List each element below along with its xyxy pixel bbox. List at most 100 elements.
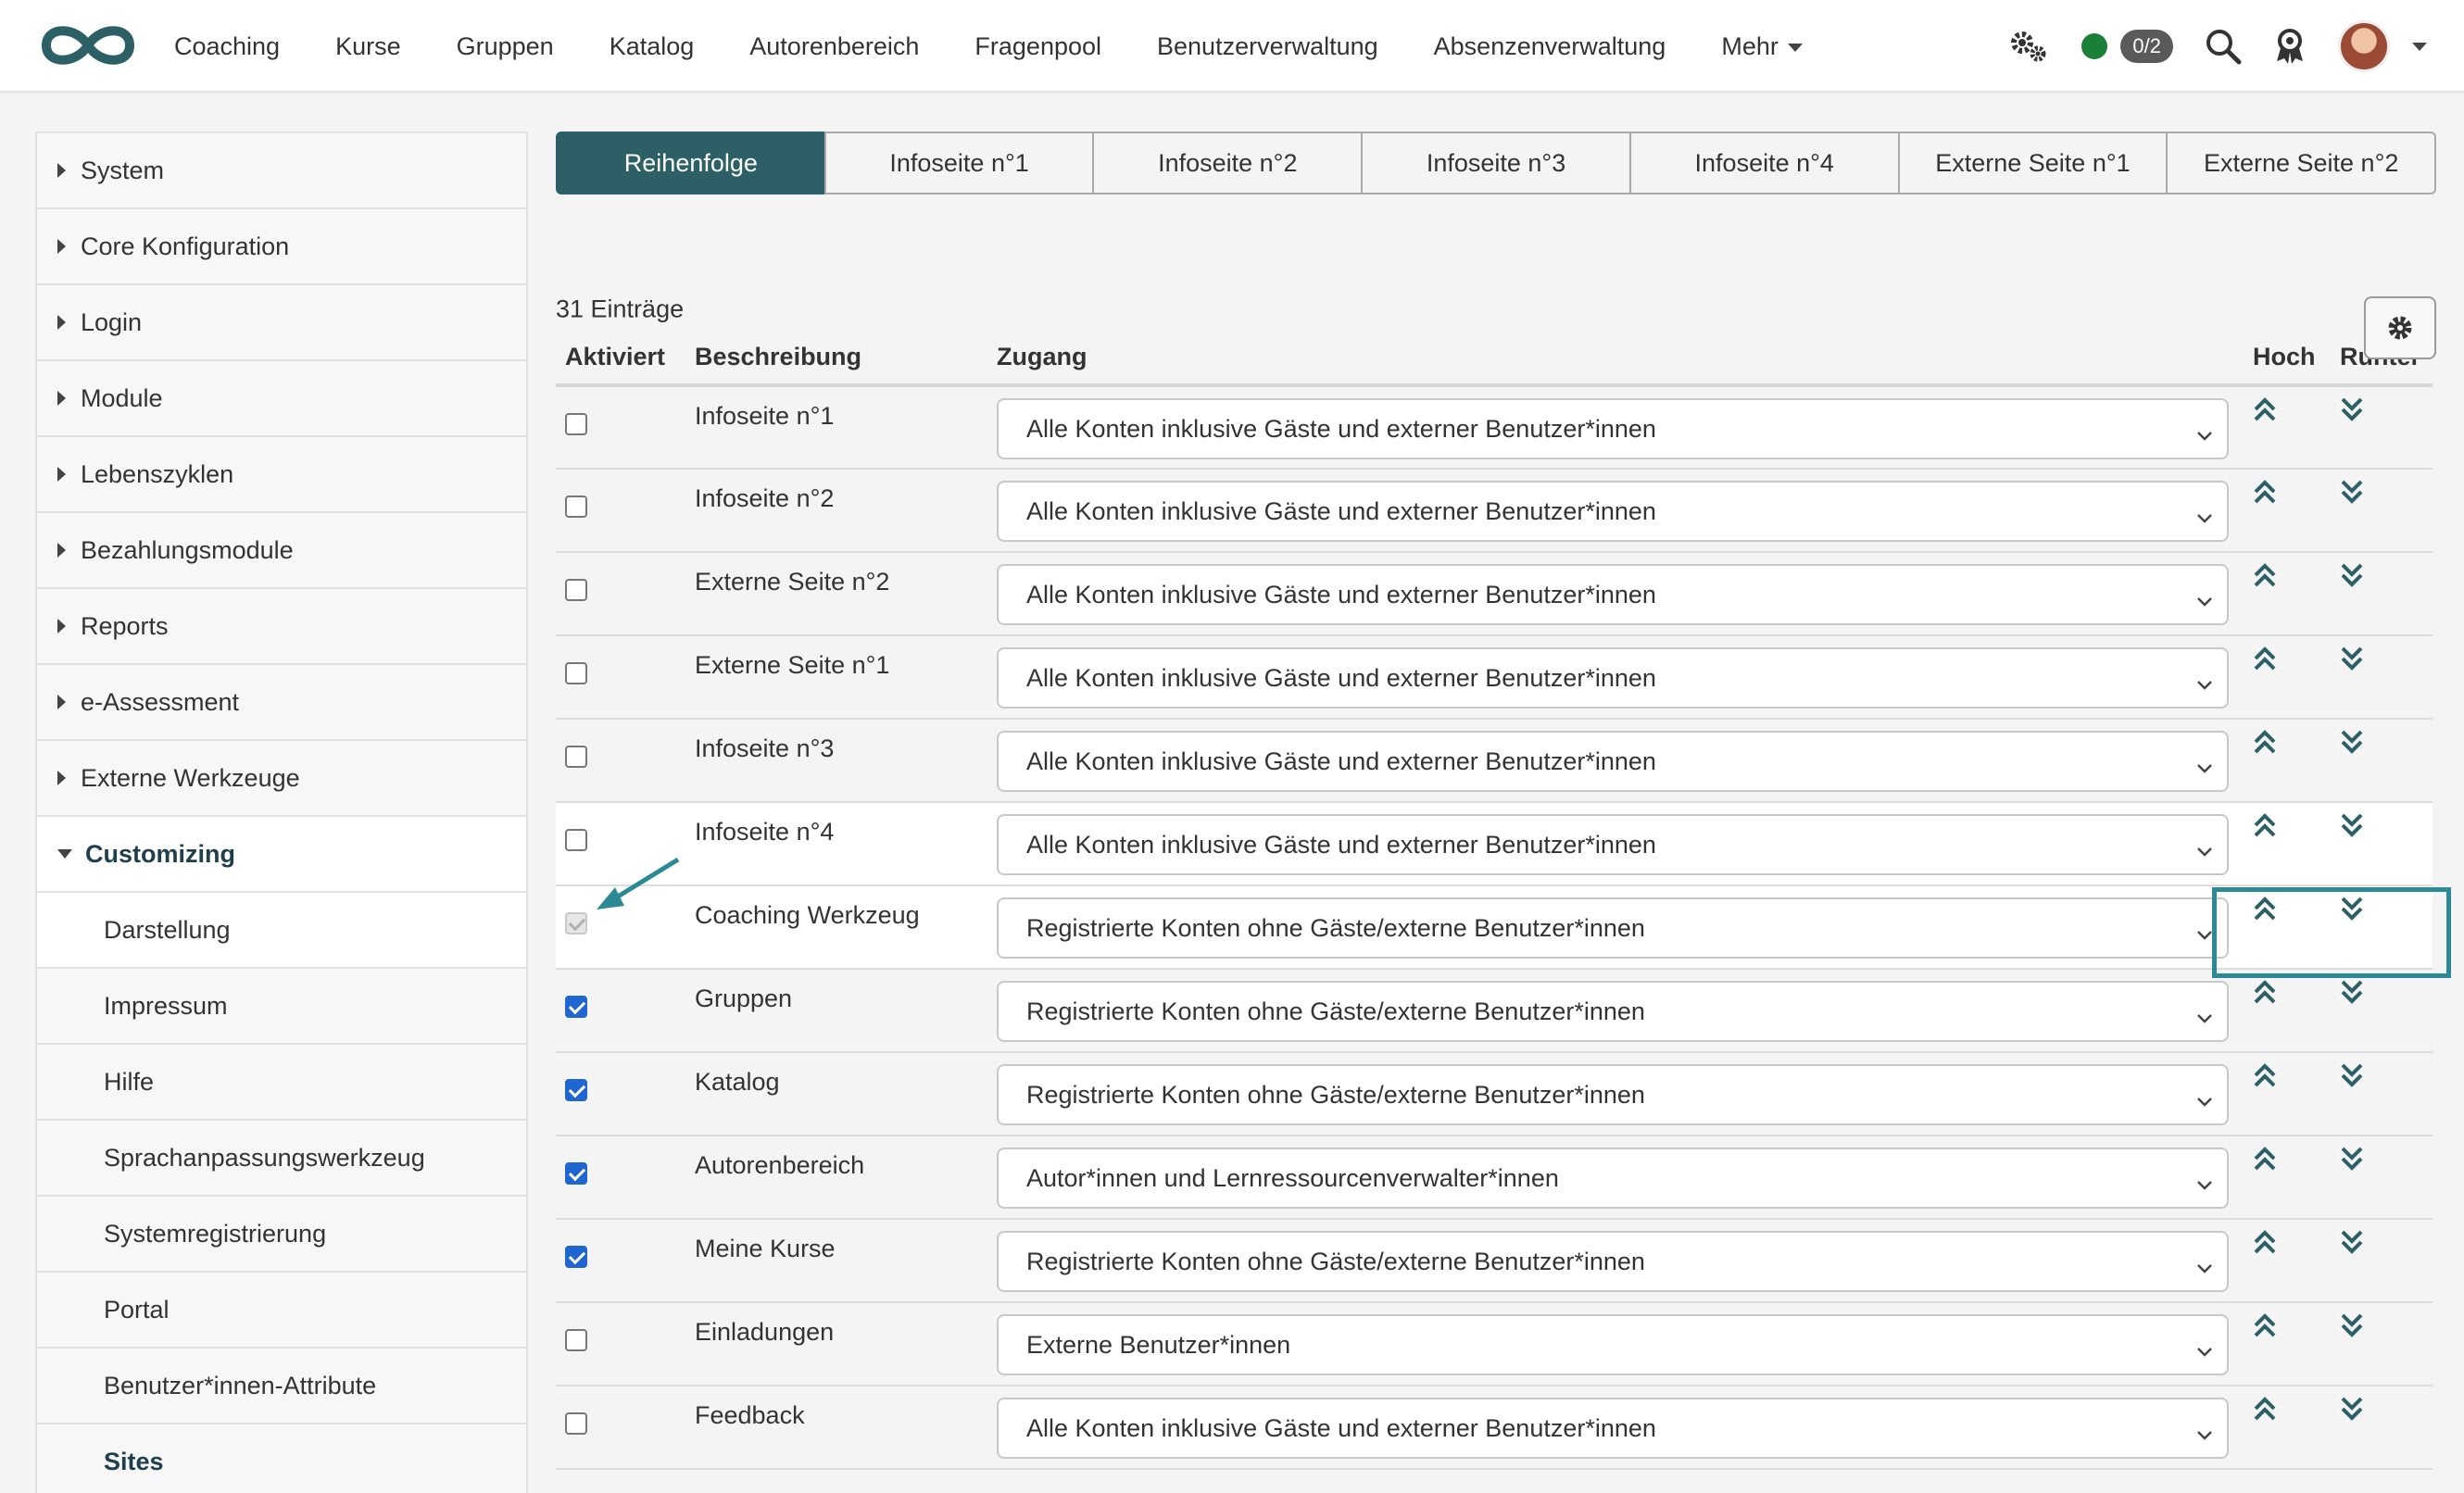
tab-infoseite-n-1[interactable]: Infoseite n°1 [823, 132, 1095, 194]
access-select[interactable]: Registrierte Konten ohne Gäste/externe B… [997, 1231, 2229, 1292]
activated-checkbox[interactable] [565, 662, 587, 684]
nav-item-katalog[interactable]: Katalog [610, 32, 695, 61]
move-up-icon[interactable] [2253, 979, 2277, 1010]
move-down-icon[interactable] [2340, 396, 2364, 427]
activated-checkbox[interactable] [565, 829, 587, 851]
nav-item-autorenbereich[interactable]: Autorenbereich [749, 32, 919, 61]
activated-checkbox[interactable] [565, 746, 587, 768]
nav-item-more[interactable]: Mehr [1721, 32, 1803, 61]
move-up-icon[interactable] [2253, 396, 2277, 427]
sidebar-item-core-konfiguration[interactable]: Core Konfiguration [37, 209, 526, 285]
move-down-icon[interactable] [2340, 1312, 2364, 1343]
sidebar-item-externe-werkzeuge[interactable]: Externe Werkzeuge [37, 741, 526, 817]
sidebar-subitem-label: Hilfe [104, 1067, 155, 1096]
move-up-icon[interactable] [2253, 1229, 2277, 1260]
tab-reihenfolge[interactable]: Reihenfolge [556, 132, 826, 194]
sidebar-subitem-benutzer-innen-attribute[interactable]: Benutzer*innen-Attribute [37, 1349, 526, 1424]
nav-item-gruppen[interactable]: Gruppen [457, 32, 554, 61]
activated-cell [556, 1302, 685, 1386]
activated-checkbox[interactable] [565, 996, 587, 1018]
activated-checkbox[interactable] [565, 413, 587, 435]
chevron-down-icon [2195, 753, 2214, 782]
chevron-down-icon [2195, 1003, 2214, 1032]
sidebar-item-reports[interactable]: Reports [37, 589, 526, 665]
activated-checkbox[interactable] [565, 1162, 587, 1185]
tab-externe-seite-n-1[interactable]: Externe Seite n°1 [1897, 132, 2169, 194]
access-select[interactable]: Alle Konten inklusive Gäste und externer… [997, 647, 2229, 709]
activated-checkbox[interactable] [565, 1079, 587, 1101]
move-up-cell [2244, 635, 2331, 720]
move-down-icon[interactable] [2340, 479, 2364, 509]
move-up-icon[interactable] [2253, 1312, 2277, 1343]
sidebar-item-module[interactable]: Module [37, 361, 526, 437]
tab-infoseite-n-2[interactable]: Infoseite n°2 [1092, 132, 1364, 194]
move-down-icon[interactable] [2340, 1229, 2364, 1260]
nav-item-kurse[interactable]: Kurse [335, 32, 401, 61]
description-cell: Infoseite n°3 [685, 719, 987, 803]
move-up-icon[interactable] [2253, 1062, 2277, 1093]
access-select[interactable]: Alle Konten inklusive Gäste und externer… [997, 814, 2229, 875]
move-down-icon[interactable] [2340, 1396, 2364, 1426]
activated-cell [556, 1386, 685, 1470]
move-down-icon[interactable] [2340, 729, 2364, 759]
activated-checkbox[interactable] [565, 1246, 587, 1268]
access-select[interactable]: Registrierte Konten ohne Gäste/externe B… [997, 981, 2229, 1042]
nav-item-benutzerverwaltung[interactable]: Benutzerverwaltung [1157, 32, 1378, 61]
sidebar-subitem-sites[interactable]: Sites [37, 1424, 526, 1493]
move-down-icon[interactable] [2340, 562, 2364, 593]
sidebar-subitem-label: Sites [104, 1447, 164, 1475]
nav-item-fragenpool[interactable]: Fragenpool [974, 32, 1101, 61]
sidebar-subitem-portal[interactable]: Portal [37, 1273, 526, 1349]
access-select[interactable]: Externe Benutzer*innen [997, 1314, 2229, 1375]
access-cell: Alle Konten inklusive Gäste und externer… [987, 469, 2244, 553]
sidebar-item-lebenszyklen[interactable]: Lebenszyklen [37, 437, 526, 513]
tab-externe-seite-n-2[interactable]: Externe Seite n°2 [2166, 132, 2437, 194]
move-down-icon[interactable] [2340, 646, 2364, 676]
move-down-icon[interactable] [2340, 1062, 2364, 1093]
move-up-icon[interactable] [2253, 479, 2277, 509]
access-select[interactable]: Alle Konten inklusive Gäste und externer… [997, 731, 2229, 792]
move-up-icon[interactable] [2253, 812, 2277, 843]
online-status[interactable]: 0/2 [2081, 30, 2173, 63]
sidebar-subitem-sprachanpassungswerkzeug[interactable]: Sprachanpassungswerkzeug [37, 1121, 526, 1197]
sidebar-item-system[interactable]: System [37, 133, 526, 209]
user-menu[interactable] [2338, 20, 2427, 72]
nav-item-coaching[interactable]: Coaching [174, 32, 280, 61]
app-logo-icon[interactable] [37, 19, 139, 72]
sidebar-item-customizing[interactable]: Customizing [37, 817, 526, 893]
move-up-icon[interactable] [2253, 646, 2277, 676]
move-down-icon[interactable] [2340, 1146, 2364, 1176]
sidebar-item-bezahlungsmodule[interactable]: Bezahlungsmodule [37, 513, 526, 589]
access-select[interactable]: Alle Konten inklusive Gäste und externer… [997, 481, 2229, 542]
sidebar-item-login[interactable]: Login [37, 285, 526, 361]
activated-checkbox[interactable] [565, 579, 587, 601]
access-select[interactable]: Alle Konten inklusive Gäste und externer… [997, 564, 2229, 625]
table-settings-button[interactable] [2364, 296, 2436, 359]
sidebar-item-e-assessment[interactable]: e-Assessment [37, 665, 526, 741]
access-select[interactable]: Alle Konten inklusive Gäste und externer… [997, 398, 2229, 459]
access-select[interactable]: Registrierte Konten ohne Gäste/externe B… [997, 1064, 2229, 1125]
sidebar-subitem-hilfe[interactable]: Hilfe [37, 1045, 526, 1121]
help-badge-icon[interactable] [2273, 28, 2307, 65]
access-select[interactable]: Alle Konten inklusive Gäste und externer… [997, 1398, 2229, 1459]
sidebar-subitem-systemregistrierung[interactable]: Systemregistrierung [37, 1197, 526, 1273]
move-up-icon[interactable] [2253, 1396, 2277, 1426]
nav-item-absenzenverwaltung[interactable]: Absenzenverwaltung [1434, 32, 1666, 61]
activated-checkbox[interactable] [565, 1329, 587, 1351]
move-down-icon[interactable] [2340, 812, 2364, 843]
move-up-icon[interactable] [2253, 729, 2277, 759]
sidebar-subitem-darstellung[interactable]: Darstellung [37, 893, 526, 969]
sidebar-subitem-impressum[interactable]: Impressum [37, 969, 526, 1045]
access-select[interactable]: Autor*innen und Lernressourcenverwalter*… [997, 1148, 2229, 1209]
access-select[interactable]: Registrierte Konten ohne Gäste/externe B… [997, 897, 2229, 959]
move-up-icon[interactable] [2253, 1146, 2277, 1176]
tab-infoseite-n-3[interactable]: Infoseite n°3 [1361, 132, 1631, 194]
gears-icon[interactable] [2007, 28, 2050, 65]
avatar [2338, 20, 2390, 72]
activated-checkbox[interactable] [565, 496, 587, 518]
activated-checkbox[interactable] [565, 1412, 587, 1435]
move-up-icon[interactable] [2253, 562, 2277, 593]
tab-infoseite-n-4[interactable]: Infoseite n°4 [1628, 132, 1900, 194]
search-icon[interactable] [2205, 28, 2242, 65]
move-down-icon[interactable] [2340, 979, 2364, 1010]
